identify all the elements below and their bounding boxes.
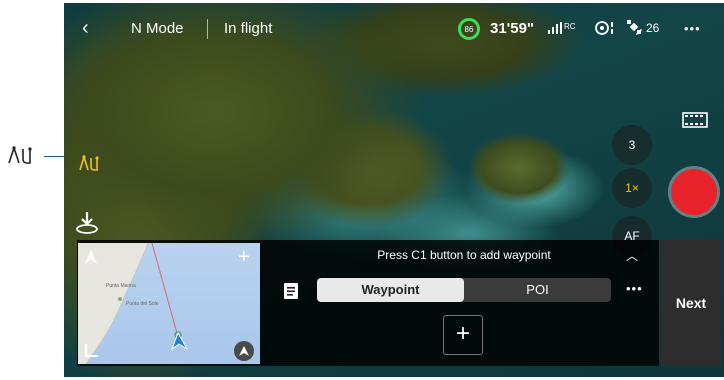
collapse-panel-icon[interactable]: ︿ [626, 247, 638, 264]
more-menu-button[interactable]: ••• [684, 21, 701, 36]
add-waypoint-button[interactable]: + [443, 315, 483, 355]
minimap[interactable]: Punta Marina Punta del Sole + [78, 243, 260, 364]
map-expand-icon[interactable]: + [238, 247, 250, 267]
map-recenter-button[interactable] [234, 341, 254, 361]
video-mode-icon[interactable] [682, 111, 708, 129]
topbar-divider [207, 19, 208, 39]
next-button[interactable]: Next [661, 240, 721, 366]
battery-percent: 86 [464, 24, 474, 34]
signal-bars-icon [548, 22, 562, 34]
return-home-icon[interactable] [74, 209, 100, 235]
north-indicator-icon[interactable] [83, 248, 99, 266]
waypoint-annotation-icon [8, 145, 32, 164]
satellite-count: 26 [646, 21, 660, 35]
back-button[interactable]: ‹ [82, 17, 89, 40]
waypoint-list-icon[interactable] [283, 282, 299, 300]
map-place-1: Punta Marina [106, 283, 136, 289]
zoom-current-button[interactable]: 1× [612, 168, 652, 208]
satellite-icon [627, 20, 642, 35]
waypoint-route-icon[interactable] [78, 153, 100, 173]
flight-mode[interactable]: N Mode [131, 20, 184, 37]
flight-status: In flight [224, 20, 273, 37]
zoom-3x-button[interactable]: 3 [612, 125, 652, 165]
waypoint-hint: Press C1 button to add waypoint [377, 248, 551, 262]
panel-more-button[interactable]: ••• [626, 281, 643, 296]
tab-poi[interactable]: POI [464, 278, 611, 302]
record-button[interactable] [671, 169, 717, 215]
signal-label: RC [564, 22, 576, 31]
navigation-arrow-icon [239, 346, 249, 356]
gimbal-status[interactable] [594, 19, 616, 42]
battery-indicator[interactable]: 86 [458, 18, 480, 40]
mode-segmented-control: Waypoint POI [317, 278, 611, 302]
camera-view[interactable]: ‹ N Mode In flight 86 31'59" RC 26 ••• 3… [64, 3, 724, 377]
minimap-land [78, 243, 179, 364]
map-place-2: Punta del Sole [126, 301, 159, 307]
tab-waypoint[interactable]: Waypoint [317, 278, 464, 302]
map-collapse-icon[interactable] [84, 342, 100, 358]
gimbal-icon [595, 21, 613, 35]
flight-time: 31'59" [490, 20, 535, 37]
aircraft-position-icon [170, 331, 188, 351]
